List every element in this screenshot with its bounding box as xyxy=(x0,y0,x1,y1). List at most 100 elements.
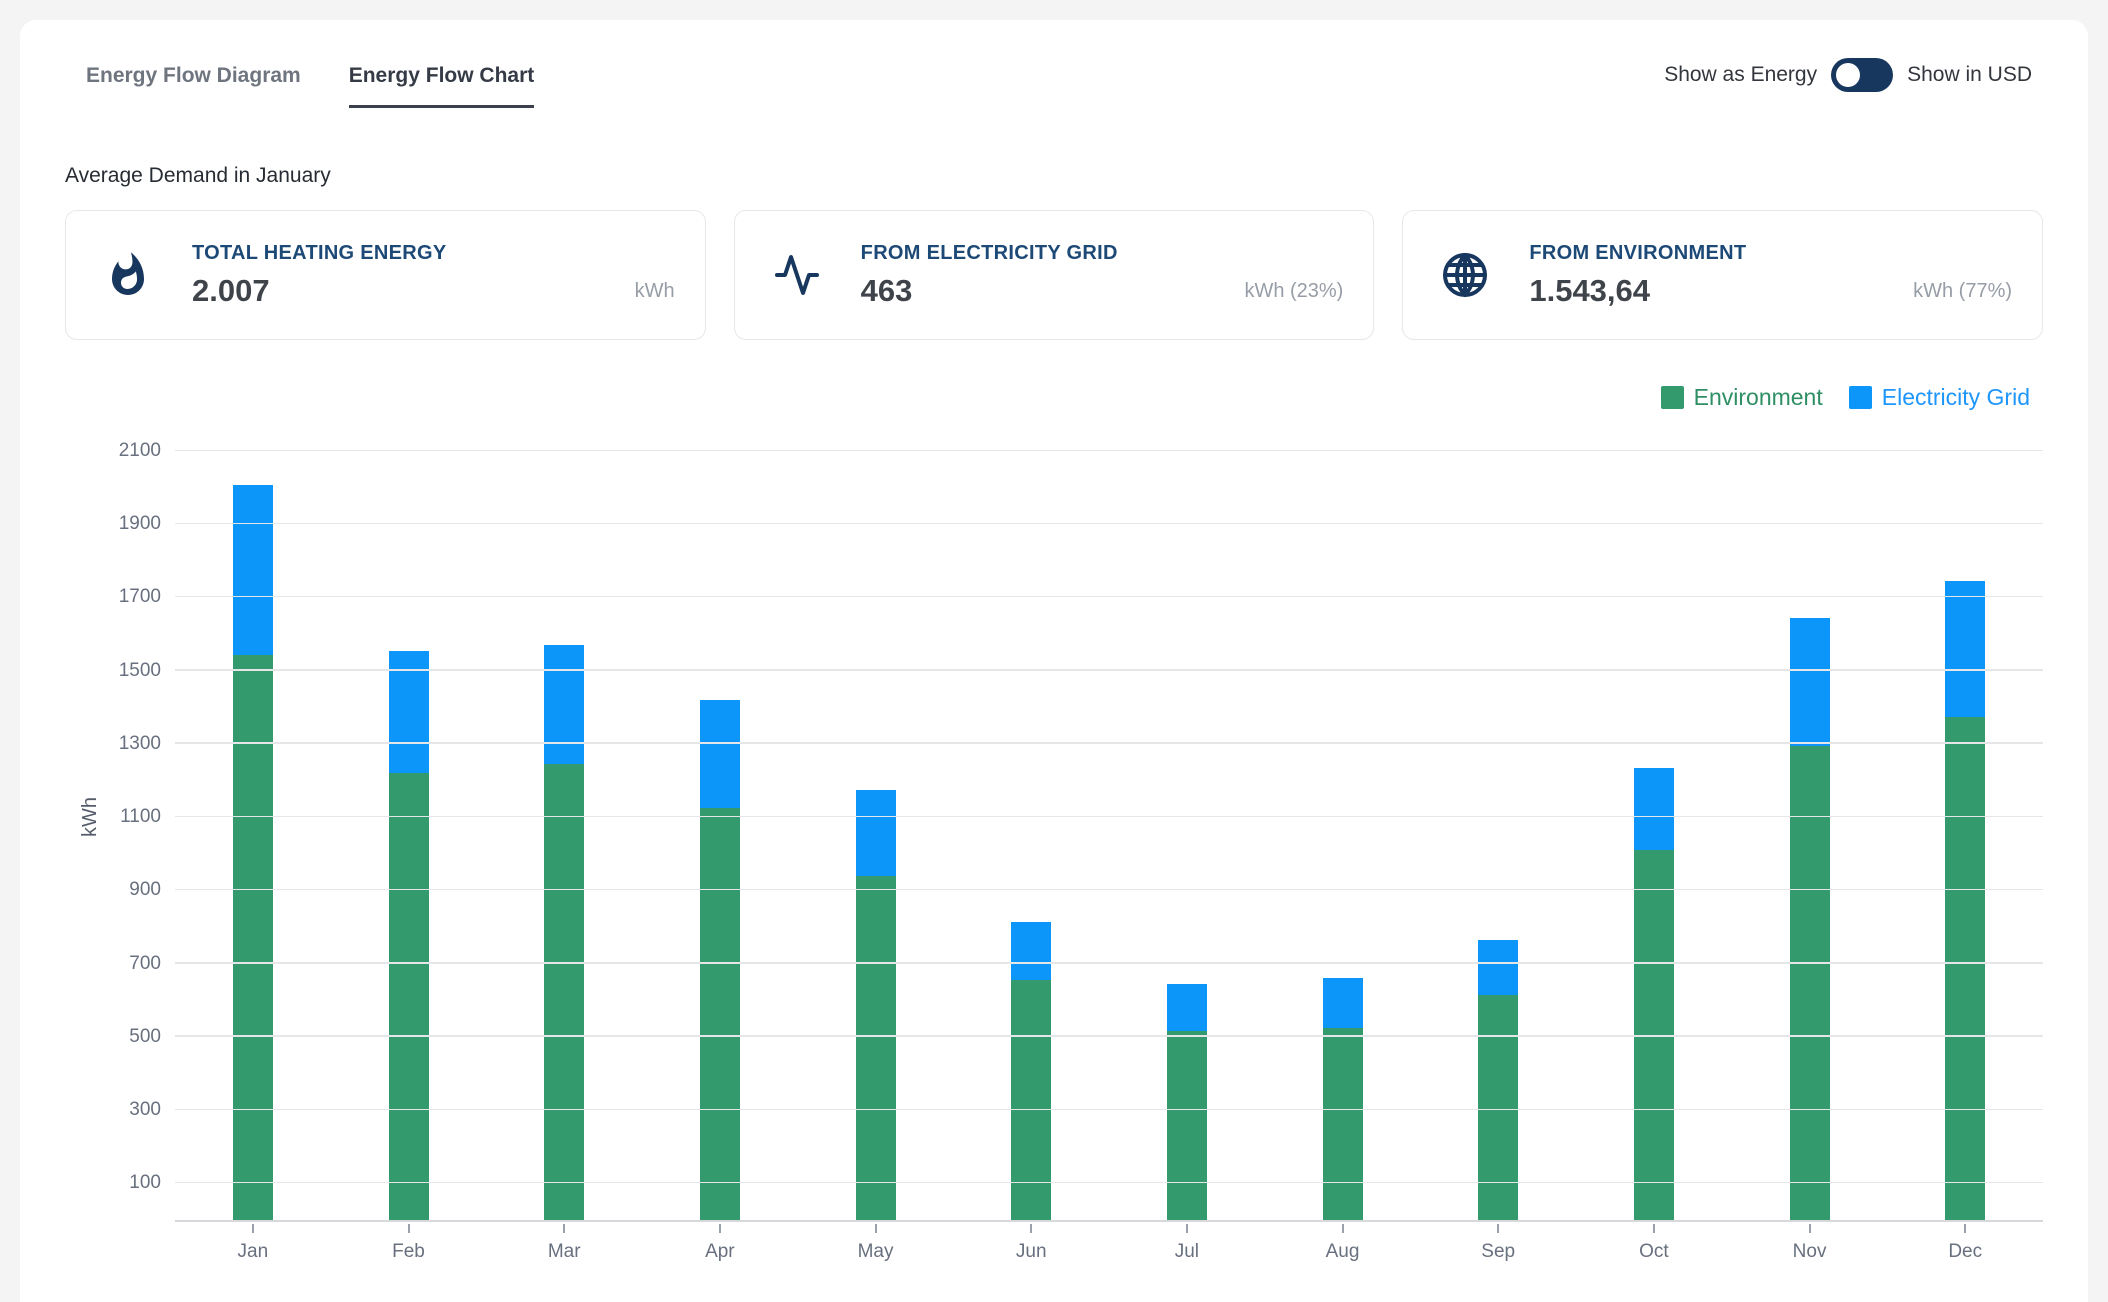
x-tick xyxy=(1497,1224,1499,1233)
stat-card-total-heating: TOTAL HEATING ENERGY 2.007 kWh xyxy=(65,210,706,340)
tab-energy-flow-chart[interactable]: Energy Flow Chart xyxy=(349,64,535,108)
month-label: Jan xyxy=(238,1241,269,1263)
bar-segment-environment xyxy=(1945,717,1985,1221)
tabs-bar: Energy Flow Diagram Energy Flow Chart Sh… xyxy=(20,20,2088,108)
y-tick-1900: 1900 xyxy=(81,513,161,535)
y-tick-1100: 1100 xyxy=(81,806,161,828)
x-tick xyxy=(1964,1224,1966,1233)
x-label-apr: Apr xyxy=(642,1224,798,1263)
bar-apr xyxy=(642,451,798,1220)
bar-segment-electricity-grid xyxy=(1945,581,1985,716)
bar-segment-electricity-grid xyxy=(1167,984,1207,1032)
gridline-500 xyxy=(175,1035,2043,1037)
x-label-feb: Feb xyxy=(331,1224,487,1263)
bar-segment-electricity-grid xyxy=(1011,922,1051,981)
bar-segment-electricity-grid xyxy=(700,700,740,808)
bar-segment-electricity-grid xyxy=(1634,768,1674,850)
x-label-may: May xyxy=(798,1224,954,1263)
gridline-1100 xyxy=(175,816,2043,818)
bar-aug xyxy=(1265,451,1421,1220)
stat-unit: kWh (23%) xyxy=(1244,280,1343,303)
x-tick xyxy=(1342,1224,1344,1233)
gridline-900 xyxy=(175,889,2043,891)
gridline-700 xyxy=(175,962,2043,964)
y-tick-100: 100 xyxy=(81,1172,161,1194)
bar-segment-environment xyxy=(233,655,273,1220)
month-label: Apr xyxy=(705,1241,735,1263)
x-label-oct: Oct xyxy=(1576,1224,1732,1263)
legend-item-electricity-grid[interactable]: Electricity Grid xyxy=(1849,384,2030,411)
bar-segment-electricity-grid xyxy=(1323,978,1363,1027)
x-label-jul: Jul xyxy=(1109,1224,1265,1263)
bar-segment-electricity-grid xyxy=(856,790,896,876)
bar-segment-environment xyxy=(389,773,429,1220)
x-label-aug: Aug xyxy=(1265,1224,1421,1263)
section-title: Average Demand in January xyxy=(65,164,2043,188)
month-label: Jun xyxy=(1016,1241,1047,1263)
gridline-2100 xyxy=(175,450,2043,452)
gridline-1500 xyxy=(175,669,2043,671)
month-label: Nov xyxy=(1793,1241,1827,1263)
bar-segment-environment xyxy=(1478,995,1518,1220)
stat-value: 463 xyxy=(861,273,1118,309)
stat-title: FROM ELECTRICITY GRID xyxy=(861,242,1118,265)
x-tick xyxy=(408,1224,410,1233)
x-tick xyxy=(875,1224,877,1233)
stat-card-electricity-grid: FROM ELECTRICITY GRID 463 kWh (23%) xyxy=(734,210,1375,340)
stat-unit: kWh xyxy=(635,280,675,303)
gridline-1900 xyxy=(175,523,2043,525)
legend-swatch xyxy=(1661,386,1684,409)
bar-may xyxy=(798,451,954,1220)
legend-label: Electricity Grid xyxy=(1882,384,2030,411)
gridline-1700 xyxy=(175,596,2043,598)
x-label-nov: Nov xyxy=(1732,1224,1888,1263)
bar-segment-environment xyxy=(700,808,740,1220)
bar-jan xyxy=(175,451,331,1220)
plot-area: 100300500700900110013001500170019002100 xyxy=(175,451,2043,1222)
x-label-jun: Jun xyxy=(953,1224,1109,1263)
bar-segment-electricity-grid xyxy=(1790,618,1830,746)
chart-legend: Environment Electricity Grid xyxy=(65,384,2030,411)
bar-jun xyxy=(953,451,1109,1220)
legend-item-environment[interactable]: Environment xyxy=(1661,384,1823,411)
y-tick-1300: 1300 xyxy=(81,733,161,755)
stat-value: 1.543,64 xyxy=(1529,273,1746,309)
y-tick-700: 700 xyxy=(81,953,161,975)
dashboard-card: Energy Flow Diagram Energy Flow Chart Sh… xyxy=(20,20,2088,1302)
x-axis-labels: Jan Feb Mar Apr May Jun Jul Aug Sep Oct Nov Dec xyxy=(175,1224,2043,1263)
bar-mar xyxy=(486,451,642,1220)
month-label: Oct xyxy=(1639,1241,1669,1263)
legend-label: Environment xyxy=(1694,384,1823,411)
x-tick xyxy=(719,1224,721,1233)
x-label-mar: Mar xyxy=(486,1224,642,1263)
x-label-dec: Dec xyxy=(1887,1224,2043,1263)
bar-jul xyxy=(1109,451,1265,1220)
bar-feb xyxy=(331,451,487,1220)
stat-unit: kWh (77%) xyxy=(1913,280,2012,303)
flame-icon xyxy=(104,251,152,299)
bar-dec xyxy=(1887,451,2043,1220)
x-tick xyxy=(1653,1224,1655,1233)
y-tick-2100: 2100 xyxy=(81,440,161,462)
x-tick xyxy=(1030,1224,1032,1233)
month-label: Mar xyxy=(548,1241,581,1263)
x-tick xyxy=(563,1224,565,1233)
stat-title: TOTAL HEATING ENERGY xyxy=(192,242,447,265)
bar-segment-electricity-grid xyxy=(544,645,584,764)
gridline-1300 xyxy=(175,742,2043,744)
month-label: Sep xyxy=(1481,1241,1515,1263)
y-tick-900: 900 xyxy=(81,879,161,901)
x-tick xyxy=(252,1224,254,1233)
legend-swatch xyxy=(1849,386,1872,409)
energy-usd-toggle[interactable] xyxy=(1831,58,1893,92)
toggle-knob xyxy=(1836,63,1860,87)
month-label: Aug xyxy=(1326,1241,1360,1263)
tab-energy-flow-diagram[interactable]: Energy Flow Diagram xyxy=(86,64,301,108)
bar-segment-environment xyxy=(1323,1028,1363,1220)
bar-segment-electricity-grid xyxy=(233,485,273,655)
bar-sep xyxy=(1420,451,1576,1220)
bar-segment-electricity-grid xyxy=(1478,940,1518,995)
x-label-sep: Sep xyxy=(1420,1224,1576,1263)
activity-icon xyxy=(773,251,821,299)
month-label: Jul xyxy=(1175,1241,1199,1263)
